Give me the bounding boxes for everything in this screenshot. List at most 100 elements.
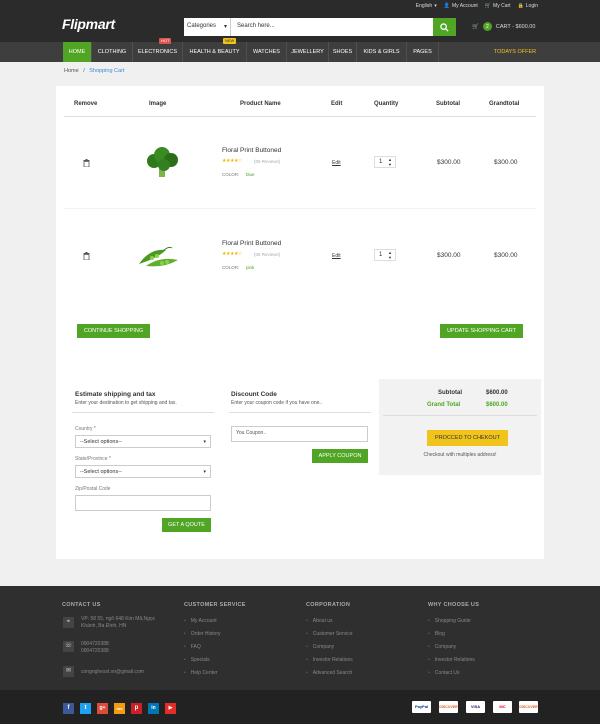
footer-link[interactable]: Advanced Search (306, 670, 352, 676)
facebook-icon[interactable]: f (63, 703, 74, 714)
footer-link[interactable]: Specials (184, 657, 210, 663)
col-quantity: Quantity (374, 101, 399, 107)
divider (72, 412, 214, 413)
rss-icon[interactable]: rss (114, 703, 125, 714)
multi-address-link[interactable]: Checkout with multiples address! (379, 452, 541, 458)
product-image-peas[interactable] (136, 244, 182, 270)
stepper-arrows-icon[interactable]: ▲ ▼ (388, 250, 392, 260)
footer-link[interactable]: FAQ (184, 644, 201, 650)
mastercard-icon: MC (493, 701, 512, 713)
search-input[interactable]: Search here... (231, 18, 433, 36)
login-link[interactable]: 🔒 Login (518, 3, 538, 9)
shipping-subtitle: Enter your destination to get shipping a… (75, 400, 177, 406)
envelope-icon: ✉ (63, 666, 74, 677)
search-category-select[interactable]: Categories ▾ (184, 18, 231, 36)
phone-icon: ☏ (63, 641, 74, 652)
footer-contact-title: CONTACT US (62, 602, 101, 608)
edit-link[interactable]: Edit (332, 253, 341, 259)
quantity-stepper[interactable]: 1 ▲ ▼ (374, 249, 396, 261)
cart-icon: 🛒 (472, 23, 479, 30)
hot-tag: HOT (159, 38, 172, 44)
zip-input[interactable] (75, 495, 211, 511)
row-subtotal: $300.00 (437, 252, 461, 259)
breadcrumb-home[interactable]: Home (64, 68, 79, 74)
footer-link[interactable]: About us (306, 618, 333, 624)
coupon-input[interactable]: You Coupon.. (231, 426, 368, 442)
footer-link[interactable]: Company (306, 644, 334, 650)
subtotal-value: $600.00 (486, 390, 508, 396)
chevron-down-icon: ▾ (434, 3, 437, 9)
paypal-icon: PayPal (412, 701, 431, 713)
review-count: (06 Reviews) (254, 159, 281, 164)
footer-link[interactable]: Contact Us (428, 670, 460, 676)
product-name[interactable]: Floral Print Buttoned (222, 240, 281, 247)
visa-icon: VISA (466, 701, 485, 713)
stepper-arrows-icon[interactable]: ▲ ▼ (388, 157, 392, 167)
grand-total-label: Grand Total (427, 402, 461, 408)
trash-icon[interactable] (83, 159, 90, 167)
row-grandtotal: $300.00 (494, 159, 518, 166)
apply-coupon-button[interactable]: APPLY COUPON (312, 449, 368, 463)
trash-icon[interactable] (83, 252, 90, 260)
product-name[interactable]: Floral Print Buttoned (222, 147, 281, 154)
nav-kids-girls[interactable]: KIDS & GIRLS (357, 42, 407, 62)
nav-clothing[interactable]: CLOTHING (92, 42, 133, 62)
youtube-icon[interactable]: ▶ (165, 703, 176, 714)
footer-link[interactable]: Investor Relations (306, 657, 353, 663)
footer-link[interactable]: My Account (184, 618, 217, 624)
shipping-title: Estimate shipping and tax (75, 391, 156, 398)
google-plus-icon[interactable]: g+ (97, 703, 108, 714)
footer-link[interactable]: Shopping Guide (428, 618, 471, 624)
nav-jewellery[interactable]: JEWELLERY (287, 42, 329, 62)
search-button[interactable] (433, 18, 456, 36)
rating-stars: ★★★★☆ (222, 158, 242, 164)
state-select[interactable]: --Select options-- ▾ (75, 465, 211, 478)
search-icon (440, 22, 449, 32)
nav-shoes[interactable]: SHOES (329, 42, 357, 62)
footer-link[interactable]: Customer Service (306, 631, 353, 637)
nav-home[interactable]: HOME (63, 42, 92, 62)
footer-email[interactable]: congnghesst.vn@gmail.com (81, 669, 144, 675)
col-remove: Remove (74, 101, 98, 107)
breadcrumb-current: Shopping Cart (89, 68, 125, 74)
divider (229, 412, 371, 413)
nav-todays-offer[interactable]: TODAYS OFFER (490, 42, 540, 62)
discover-icon: DISCOVER (439, 701, 458, 713)
row-subtotal: $300.00 (437, 159, 461, 166)
pinterest-icon[interactable]: p (131, 703, 142, 714)
update-cart-button[interactable]: UPDATE SHOPPING CART (440, 324, 523, 338)
account-link[interactable]: 👤 My Account (444, 3, 478, 9)
color-label: COLOR: (222, 172, 240, 177)
checkout-button[interactable]: PROCCED TO CHEKOUT (427, 430, 508, 446)
cart-count-badge: 2 (482, 22, 492, 31)
footer-link[interactable]: Investor Relations (428, 657, 475, 663)
cart-link[interactable]: 🛒 My Cart (485, 3, 511, 9)
country-select[interactable]: --Select options-- ▾ (75, 435, 211, 448)
language-selector[interactable]: English ▾ (416, 3, 437, 9)
footer-bottom-bar: f t g+ rss p in ▶ PayPal DISCOVER VISA M… (0, 690, 600, 724)
site-header: Flipmart English ▾ 👤 My Account 🛒 My Cart 🔒… (0, 0, 600, 42)
chevron-down-icon: ▾ (203, 469, 206, 475)
footer-link[interactable]: Company (428, 644, 456, 650)
footer-phone-2: 0904720388 (81, 648, 109, 654)
linkedin-icon[interactable]: in (148, 703, 159, 714)
nav-electronics[interactable]: ELECTRONICS HOT (133, 38, 183, 62)
continue-shopping-button[interactable]: CONTINUE SHOPPING (77, 324, 150, 338)
header-cart[interactable]: 🛒 2 CART - $600.00 (472, 22, 535, 31)
quantity-stepper[interactable]: 1 ▲ ▼ (374, 156, 396, 168)
footer-link[interactable]: Blog (428, 631, 445, 637)
chevron-down-icon: ▾ (223, 24, 227, 30)
twitter-icon[interactable]: t (80, 703, 91, 714)
nav-watches[interactable]: WATCHES (247, 42, 287, 62)
product-image-broccoli[interactable] (144, 146, 182, 179)
get-quote-button[interactable]: GET A QOUTE (162, 518, 211, 532)
footer-link[interactable]: Help Center (184, 670, 218, 676)
lock-icon: 🔒 (517, 3, 524, 9)
nav-health-beauty[interactable]: HEALTH & BEAUTY NEW (183, 38, 247, 62)
col-product-name: Product Name (240, 101, 281, 107)
nav-pages[interactable]: PAGES (407, 42, 439, 62)
new-tag: NEW (223, 38, 237, 44)
site-logo[interactable]: Flipmart (62, 16, 115, 32)
edit-link[interactable]: Edit (332, 160, 341, 166)
footer-link[interactable]: Order History (184, 631, 221, 637)
